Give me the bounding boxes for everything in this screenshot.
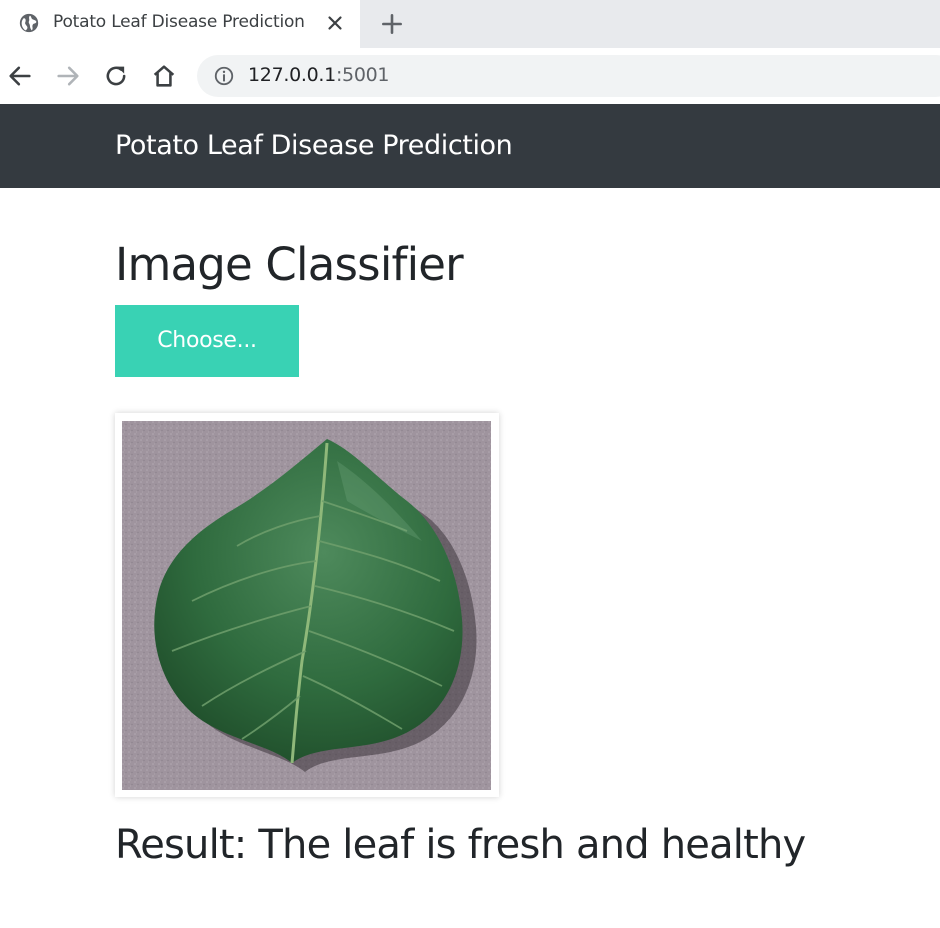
choose-file-button[interactable]: Choose... bbox=[115, 305, 299, 377]
navbar: Potato Leaf Disease Prediction bbox=[0, 104, 940, 188]
leaf-image bbox=[122, 421, 491, 790]
home-icon[interactable] bbox=[150, 62, 178, 90]
address-bar[interactable]: 127.0.0.1:5001 bbox=[197, 55, 940, 97]
url-text[interactable]: 127.0.0.1:5001 bbox=[248, 64, 390, 86]
browser-toolbar: 127.0.0.1:5001 bbox=[0, 48, 940, 104]
arrow-left-icon[interactable] bbox=[6, 62, 34, 90]
close-icon[interactable] bbox=[324, 12, 346, 34]
page-title: Image Classifier bbox=[115, 238, 464, 291]
reload-icon[interactable] bbox=[102, 62, 130, 90]
globe-icon bbox=[19, 13, 39, 33]
url-host: 127.0.0.1 bbox=[248, 64, 336, 86]
info-icon[interactable] bbox=[213, 65, 235, 87]
result-text: Result: The leaf is fresh and healthy bbox=[115, 822, 806, 868]
image-preview bbox=[115, 413, 499, 797]
browser-tab[interactable]: Potato Leaf Disease Prediction bbox=[0, 0, 360, 48]
tab-title: Potato Leaf Disease Prediction bbox=[53, 12, 305, 32]
tab-strip: Potato Leaf Disease Prediction bbox=[0, 0, 940, 48]
arrow-right-icon[interactable] bbox=[54, 62, 82, 90]
navbar-brand[interactable]: Potato Leaf Disease Prediction bbox=[115, 130, 513, 161]
plus-icon[interactable] bbox=[379, 11, 405, 37]
url-port: :5001 bbox=[335, 64, 390, 86]
